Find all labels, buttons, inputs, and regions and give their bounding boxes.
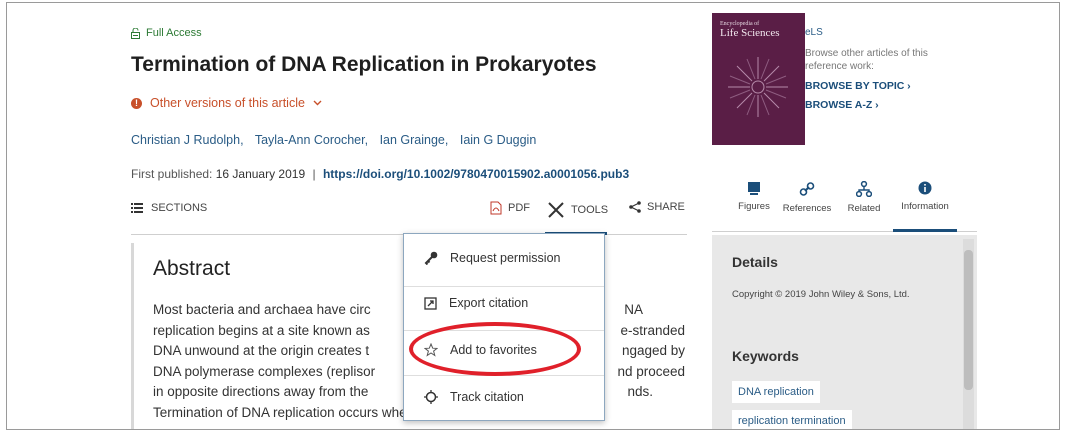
chevron-right-icon: › [907, 80, 911, 92]
tab-references[interactable]: References [782, 181, 832, 214]
pdf-button[interactable]: PDF [490, 201, 530, 215]
related-icon [856, 181, 872, 197]
menu-divider [404, 286, 604, 287]
sections-label: SECTIONS [151, 202, 208, 214]
author-link[interactable]: Ian Grainge, [380, 133, 449, 147]
abstract-line-left: DNA unwound at the origin creates t [153, 343, 370, 358]
references-link-icon [799, 182, 815, 196]
tab-label: Information [901, 201, 949, 212]
keywords-heading: Keywords [732, 348, 799, 364]
info-icon: ! [131, 97, 142, 109]
details-heading: Details [732, 254, 778, 270]
pdf-label: PDF [508, 202, 530, 214]
export-icon [424, 296, 437, 310]
menu-item-track-citation[interactable]: Track citation [424, 390, 524, 404]
browse-az-label: BROWSE A-Z [805, 99, 873, 111]
doi-link[interactable]: https://doi.org/10.1002/9780470015902.a0… [323, 167, 629, 181]
tab-information[interactable]: Information [900, 181, 950, 212]
menu-item-request-permission[interactable]: Request permission [424, 251, 560, 265]
first-published-label: First published: [131, 167, 213, 181]
first-published-date: 16 January 2019 [215, 167, 306, 181]
figures-icon [748, 182, 760, 195]
abstract-heading: Abstract [153, 257, 231, 280]
author-link[interactable]: Tayla-Ann Corocher, [255, 133, 368, 147]
abstract-line-left: DNA polymerase complexes (replisor [153, 363, 376, 379]
tools-label: TOOLS [571, 204, 609, 216]
menu-item-label: Track citation [450, 390, 524, 404]
chevron-down-icon [313, 100, 322, 106]
full-access-badge: Full Access [131, 27, 202, 39]
pdf-icon [490, 201, 502, 215]
abstract-line-right: ngaged by [621, 343, 685, 358]
browse-by-topic-link[interactable]: BROWSE BY TOPIC › [805, 80, 955, 93]
page-frame: Full Access Termination of DNA Replicati… [6, 2, 1060, 430]
abstract-line-left: replication begins at a site known as [153, 322, 370, 338]
abstract-line-right: NA [624, 302, 643, 317]
share-button[interactable]: SHARE [629, 201, 685, 213]
abstract-line-left: Most bacteria and archaea have circ [153, 302, 371, 317]
other-versions-link[interactable]: ! Other versions of this article [131, 96, 322, 110]
tab-label: Related [847, 203, 881, 214]
abstract-line-right: nd proceed [617, 363, 685, 379]
publication-info: First published: 16 January 2019 | https… [131, 167, 629, 181]
book-cover[interactable]: Encyclopedia of Life Sciences [712, 13, 805, 145]
information-icon [918, 181, 932, 195]
sections-button[interactable]: SECTIONS [131, 202, 207, 214]
tab-active-indicator [893, 229, 957, 232]
track-icon [424, 390, 438, 404]
key-icon [424, 251, 438, 265]
sections-list-icon [131, 203, 143, 213]
copyright-text: Copyright © 2019 John Wiley & Sons, Ltd. [732, 289, 910, 300]
abstract-line-left: in opposite directions away from the [153, 384, 369, 399]
lock-open-icon [131, 27, 140, 39]
other-versions-label: Other versions of this article [150, 96, 305, 110]
chevron-right-icon: › [875, 99, 879, 111]
tab-label: References [782, 203, 832, 214]
share-label: SHARE [647, 201, 685, 213]
tools-button[interactable]: TOOLS [547, 201, 608, 219]
browse-az-link[interactable]: BROWSE A-Z › [805, 99, 955, 112]
menu-item-export-citation[interactable]: Export citation [424, 296, 528, 310]
abstract-line-right: e-stranded [620, 322, 685, 338]
author-link[interactable]: Iain G Duggin [460, 133, 536, 147]
keyword-tag[interactable]: replication termination [732, 410, 852, 429]
menu-item-label: Request permission [450, 251, 561, 265]
abstract-line-right: nds. [627, 384, 653, 399]
browse-description: Browse other articles of this reference … [805, 47, 955, 112]
article-title: Termination of DNA Replication in Prokar… [131, 53, 597, 76]
menu-item-label: Export citation [449, 296, 529, 310]
tab-figures[interactable]: Figures [729, 181, 779, 212]
tools-icon [548, 202, 564, 218]
highlight-annotation [409, 322, 581, 376]
tab-label: Figures [738, 201, 770, 212]
series-name: eLS [805, 27, 823, 38]
keyword-tag[interactable]: DNA replication [732, 381, 820, 403]
full-access-label: Full Access [146, 27, 202, 39]
author-list: Christian J Rudolph, Tayla-Ann Corocher,… [131, 133, 544, 147]
panel-scrollbar-thumb[interactable] [964, 250, 973, 390]
pub-separator: | [312, 167, 316, 181]
author-link[interactable]: Christian J Rudolph, [131, 133, 244, 147]
share-icon [629, 201, 641, 213]
cover-art [728, 57, 788, 117]
tab-related[interactable]: Related [839, 181, 889, 214]
browse-topic-label: BROWSE BY TOPIC [805, 80, 905, 92]
browse-desc-text: Browse other articles of this reference … [805, 48, 928, 72]
